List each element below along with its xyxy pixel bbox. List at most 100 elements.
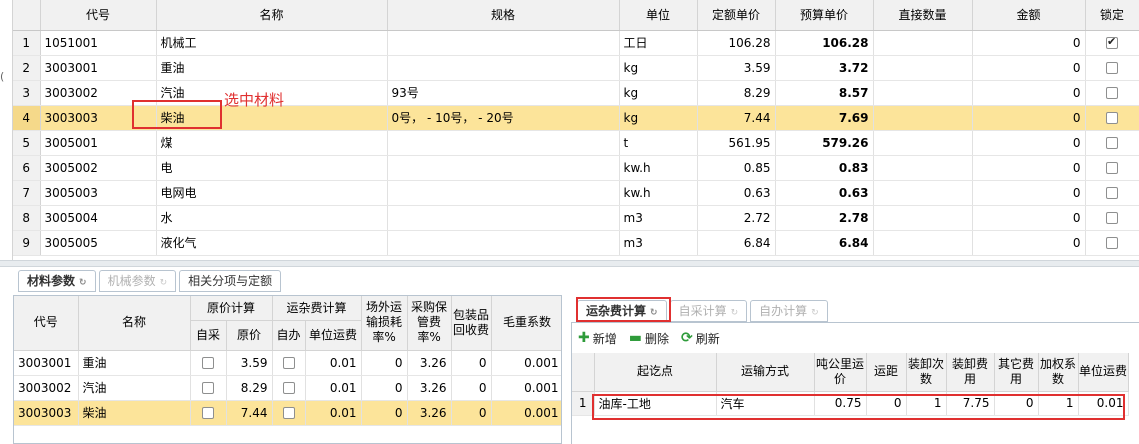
cell-budget-price[interactable]: 106.28 (775, 30, 874, 56)
table-row[interactable]: 7 3005003 电网电 kw.h 0.63 0.63 0 (13, 180, 1139, 206)
cell-name[interactable]: 电 (156, 155, 388, 181)
cell-self[interactable] (190, 400, 227, 426)
cell-unit[interactable]: kg (619, 80, 698, 106)
cell-quota-price[interactable]: 7.44 (697, 105, 776, 131)
cell-self[interactable] (190, 375, 227, 401)
cell-direct-qty[interactable] (873, 130, 973, 156)
cell-price[interactable]: 3.59 (226, 350, 273, 376)
cell-code[interactable]: 3003001 (40, 55, 157, 81)
table-row[interactable]: 9 3005005 液化气 m3 6.84 6.84 0 (13, 230, 1139, 256)
cell-direct-qty[interactable] (873, 55, 973, 81)
panel-splitter[interactable] (0, 260, 1139, 267)
cell-locked[interactable] (1085, 155, 1139, 181)
lock-checkbox[interactable] (1106, 187, 1118, 199)
cell-pack-fee[interactable]: 0 (451, 400, 492, 426)
cell-spec[interactable] (387, 180, 620, 206)
refresh-icon[interactable]: ↻ (79, 278, 87, 288)
cell-locked[interactable] (1085, 30, 1139, 56)
cell-amount[interactable]: 0 (972, 155, 1086, 181)
cell-name[interactable]: 电网电 (156, 180, 388, 206)
table-row[interactable]: 5 3005001 煤 t 561.95 579.26 0 (13, 130, 1139, 156)
lock-checkbox[interactable] (1106, 112, 1118, 124)
cell-direct-qty[interactable] (873, 155, 973, 181)
self-checkbox[interactable] (202, 382, 214, 394)
cell-name[interactable]: 煤 (156, 130, 388, 156)
table-row[interactable]: 3003003 柴油 7.44 0.01 0 3.26 0 0.001 (14, 400, 561, 426)
col-qty[interactable]: 直接数量 (873, 0, 973, 31)
cell-price[interactable]: 7.44 (226, 400, 273, 426)
cell-name[interactable]: 机械工 (156, 30, 388, 56)
cell-spec[interactable] (387, 30, 620, 56)
cell-pack-fee[interactable]: 0 (451, 350, 492, 376)
cell-direct-qty[interactable] (873, 205, 973, 231)
self-checkbox[interactable] (202, 407, 214, 419)
lock-checkbox[interactable] (1106, 87, 1118, 99)
cell-direct-qty[interactable] (873, 105, 973, 131)
cell-direct-qty[interactable] (873, 230, 973, 256)
cell-loss-rate[interactable]: 0 (361, 400, 408, 426)
cell-spec[interactable] (387, 130, 620, 156)
table-row[interactable]: 2 3003001 重油 kg 3.59 3.72 0 (13, 55, 1139, 81)
cell-unit-freight[interactable]: 0.01 (305, 375, 362, 401)
cell-locked[interactable] (1085, 130, 1139, 156)
cell-name[interactable]: 重油 (156, 55, 388, 81)
cell-amount[interactable]: 0 (972, 180, 1086, 206)
cell-keep-rate[interactable]: 3.26 (407, 375, 452, 401)
cell-spec[interactable] (387, 230, 620, 256)
cell-name[interactable]: 汽油 (78, 375, 191, 401)
cell-quota-price[interactable]: 6.84 (697, 230, 776, 256)
cell-price[interactable]: 8.29 (226, 375, 273, 401)
cell-quota-price[interactable]: 106.28 (697, 30, 776, 56)
cell-locked[interactable] (1085, 55, 1139, 81)
cell-amount[interactable]: 0 (972, 105, 1086, 131)
selfdo-checkbox[interactable] (282, 407, 295, 419)
cell-unit[interactable]: kw.h (619, 180, 698, 206)
cell-code[interactable]: 3003001 (14, 350, 79, 376)
refresh-button[interactable]: ⟳ 刷新 (681, 330, 720, 347)
self-checkbox[interactable] (202, 357, 214, 369)
col-budget[interactable]: 预算单价 (775, 0, 874, 31)
cell-code[interactable]: 3003002 (14, 375, 79, 401)
cell-spec[interactable] (387, 205, 620, 231)
cell-code[interactable]: 3005005 (40, 230, 157, 256)
cell-budget-price[interactable]: 6.84 (775, 230, 874, 256)
table-row[interactable]: 6 3005002 电 kw.h 0.85 0.83 0 (13, 155, 1139, 181)
cell-spec[interactable]: 0号， - 10号， - 20号 (387, 105, 620, 131)
cell-spec[interactable]: 93号 (387, 80, 620, 106)
cell-budget-price[interactable]: 579.26 (775, 130, 874, 156)
cell-direct-qty[interactable] (873, 180, 973, 206)
lock-checkbox[interactable] (1106, 62, 1118, 74)
add-button[interactable]: ✚ 新增 (578, 330, 617, 347)
tab-left_tabs-2[interactable]: 相关分项与定额 (179, 270, 282, 292)
cell-quota-price[interactable]: 0.85 (697, 155, 776, 181)
cell-locked[interactable] (1085, 205, 1139, 231)
cell-amount[interactable]: 0 (972, 55, 1086, 81)
cell-spec[interactable] (387, 155, 620, 181)
cell-loss-rate[interactable]: 0 (361, 375, 408, 401)
cell-code[interactable]: 3003003 (14, 400, 79, 426)
cell-code[interactable]: 3005003 (40, 180, 157, 206)
cell-name[interactable]: 液化气 (156, 230, 388, 256)
cell-quota-price[interactable]: 561.95 (697, 130, 776, 156)
cell-keep-rate[interactable]: 3.26 (407, 400, 452, 426)
cell-loss-rate[interactable]: 0 (361, 350, 408, 376)
cell-unit[interactable]: kg (619, 55, 698, 81)
cell-keep-rate[interactable]: 3.26 (407, 350, 452, 376)
col-name[interactable]: 名称 (156, 0, 388, 31)
refresh-icon[interactable]: ↻ (731, 308, 739, 318)
cell-locked[interactable] (1085, 105, 1139, 131)
lock-checkbox[interactable] (1106, 212, 1118, 224)
tab-right_tabs-2[interactable]: 自办计算 ↻ (750, 300, 828, 322)
cell-locked[interactable] (1085, 230, 1139, 256)
cell-code[interactable]: 3005004 (40, 205, 157, 231)
selfdo-checkbox[interactable] (282, 357, 295, 369)
cell-unit[interactable]: t (619, 130, 698, 156)
cell-unit[interactable]: m3 (619, 230, 698, 256)
cell-code[interactable]: 3005002 (40, 155, 157, 181)
cell-amount[interactable]: 0 (972, 30, 1086, 56)
cell-code[interactable]: 1051001 (40, 30, 157, 56)
tab-left_tabs-0[interactable]: 材料参数 ↻ (18, 270, 96, 292)
cell-budget-price[interactable]: 8.57 (775, 80, 874, 106)
cell-quota-price[interactable]: 8.29 (697, 80, 776, 106)
table-row[interactable]: 3003001 重油 3.59 0.01 0 3.26 0 0.001 (14, 350, 561, 376)
